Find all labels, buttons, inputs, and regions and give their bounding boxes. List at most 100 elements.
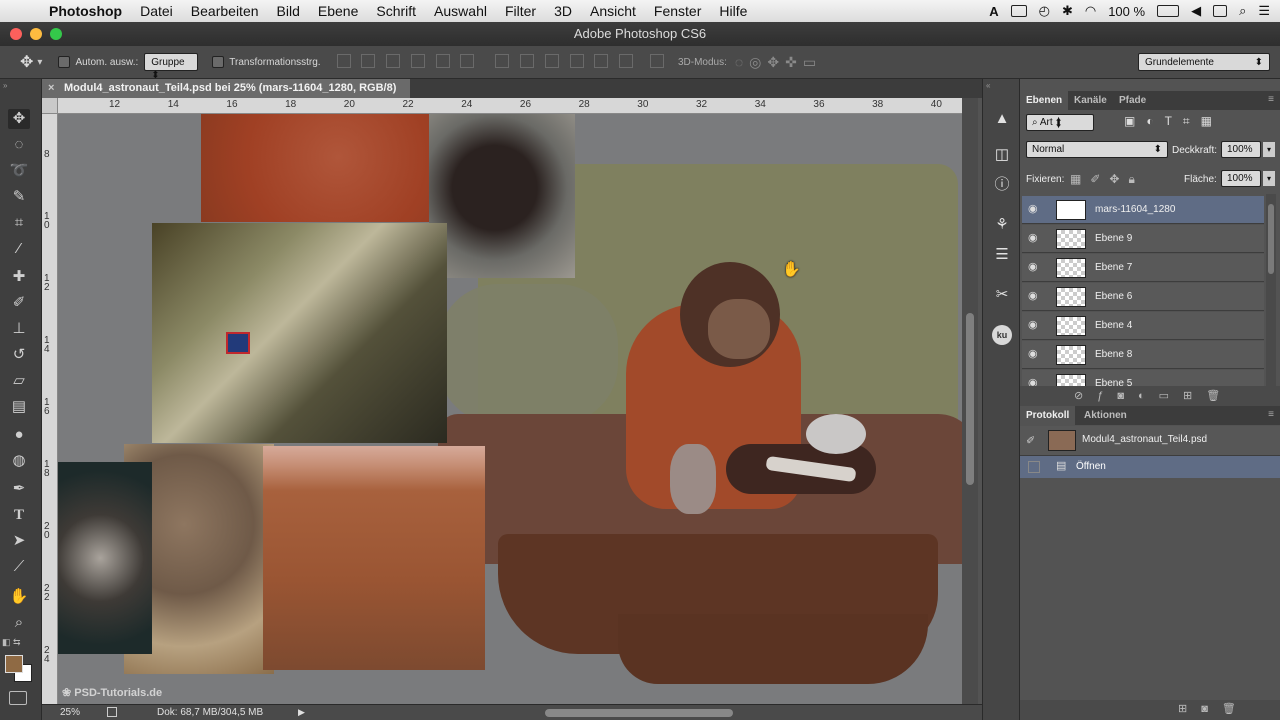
volume-icon[interactable]: ◀ <box>1191 3 1201 19</box>
align-bottom-icon[interactable] <box>386 53 401 68</box>
document-tab[interactable]: × Modul4_astronaut_Teil4.psd bei 25% (ma… <box>42 79 410 98</box>
layer-row[interactable]: ◉ Ebene 9 <box>1022 225 1264 253</box>
path-selection-tool-icon[interactable]: ➤ <box>8 531 30 551</box>
line-tool-icon[interactable]: ⟋ <box>8 557 30 577</box>
tab-history[interactable]: Protokoll <box>1020 406 1076 425</box>
lasso-tool-icon[interactable]: ➰ <box>8 161 30 181</box>
mode3d-icons[interactable]: ◌◎✥✜▭ <box>735 54 822 71</box>
distribute-vcenter-icon[interactable] <box>520 53 535 68</box>
layer-row[interactable]: ◉ mars-11604_1280 <box>1022 196 1264 224</box>
fill-input[interactable]: 100% <box>1221 170 1261 187</box>
crop-tool-icon[interactable]: ⌗ <box>8 213 30 233</box>
menu-datei[interactable]: Datei <box>131 3 182 19</box>
menu-bild[interactable]: Bild <box>268 3 309 19</box>
quick-mask-icon[interactable] <box>9 691 27 705</box>
layer-row[interactable]: ◉ Ebene 7 <box>1022 254 1264 282</box>
menu-app[interactable]: Photoshop <box>40 3 131 19</box>
brush-tool-icon[interactable]: ✐ <box>8 293 30 313</box>
opacity-arrow[interactable]: ▾ <box>1263 142 1275 157</box>
keyboard-icon[interactable] <box>1213 5 1228 17</box>
distribute-top-icon[interactable] <box>495 53 510 68</box>
layer-filter-icons[interactable]: ▣◐T⌗▦ <box>1124 114 1223 129</box>
zoom-tool-icon[interactable]: ⌕ <box>8 613 30 633</box>
move-tool-icon[interactable]: ✥ <box>8 109 30 129</box>
battery-text[interactable]: 100 % <box>1108 4 1145 19</box>
dodge-tool-icon[interactable]: ◍ <box>8 451 30 471</box>
tool-presets-icon[interactable]: ✂ <box>992 285 1012 305</box>
layer-row[interactable]: ◉ Ebene 5 <box>1022 370 1264 386</box>
move-tool-preset-icon[interactable]: ✥ <box>20 52 33 72</box>
eyedropper-tool-icon[interactable]: ⁄ <box>8 239 30 259</box>
brush-presets-icon[interactable]: ⚘ <box>992 215 1012 235</box>
visibility-eye-icon[interactable]: ◉ <box>1028 204 1040 215</box>
hand-tool-icon[interactable]: ✋ <box>8 587 30 607</box>
tab-layers[interactable]: Ebenen <box>1020 91 1069 110</box>
blend-mode-dropdown[interactable]: Normal ⬍ <box>1026 141 1168 158</box>
tab-paths[interactable]: Pfade <box>1113 91 1152 110</box>
adjustments-icon[interactable]: ☰ <box>992 245 1012 265</box>
layer-filter-dropdown[interactable]: ⌕ Art ⬍ <box>1026 114 1094 131</box>
info-icon[interactable]: ⓘ <box>992 175 1012 195</box>
history-footer-icons[interactable]: ⊞◙🗑︎ <box>1178 702 1250 715</box>
vertical-scrollbar[interactable] <box>962 98 978 704</box>
navigator-icon[interactable]: ◫ <box>992 145 1012 165</box>
layer-row[interactable]: ◉ Ebene 4 <box>1022 312 1264 340</box>
auto-align-icon[interactable] <box>649 53 664 68</box>
menu-auswahl[interactable]: Auswahl <box>425 3 496 19</box>
visibility-eye-icon[interactable]: ◉ <box>1028 349 1040 360</box>
menu-ansicht[interactable]: Ansicht <box>581 3 645 19</box>
quick-selection-tool-icon[interactable]: ✎ <box>8 187 30 207</box>
layer-row[interactable]: ◉ Ebene 8 <box>1022 341 1264 369</box>
zoom-window-button[interactable] <box>50 28 62 40</box>
preset-dropdown-arrow[interactable]: ▾ <box>37 57 42 68</box>
kuler-icon[interactable]: ku <box>992 325 1012 345</box>
ellipse-marquee-tool-icon[interactable]: ◌ <box>8 135 30 155</box>
status-icon[interactable] <box>107 707 117 717</box>
align-top-icon[interactable] <box>336 53 351 68</box>
auto-select-dropdown[interactable]: Gruppe ⬍ <box>144 53 199 81</box>
zoom-level[interactable]: 25% <box>60 705 80 720</box>
default-colors-icon[interactable]: ◧ ⇆ <box>2 637 21 648</box>
panel-menu-icon[interactable]: ≡ <box>1268 94 1274 105</box>
menu-3d[interactable]: 3D <box>545 3 581 19</box>
history-brush-source-icon[interactable]: ✐ <box>1026 434 1035 447</box>
fill-arrow[interactable]: ▾ <box>1263 171 1275 186</box>
menu-schrift[interactable]: Schrift <box>367 3 425 19</box>
eraser-tool-icon[interactable]: ▱ <box>8 371 30 391</box>
transform-controls-checkbox[interactable] <box>212 56 225 68</box>
bluetooth-icon[interactable]: ✱ <box>1062 3 1073 19</box>
menu-bearbeiten[interactable]: Bearbeiten <box>182 3 268 19</box>
layers-footer-icons[interactable]: ⊘ƒ◙◐▭⊞🗑︎ <box>1020 386 1280 406</box>
layers-scrollbar[interactable] <box>1266 194 1276 386</box>
pen-tool-icon[interactable]: ✒ <box>8 479 30 499</box>
layers-scroll-thumb[interactable] <box>1268 204 1274 274</box>
tab-channels[interactable]: Kanäle <box>1068 91 1113 110</box>
auto-select-checkbox[interactable] <box>58 56 71 68</box>
histogram-icon[interactable]: ▲ <box>992 109 1012 129</box>
dock-collapse-icon[interactable]: « <box>986 81 990 90</box>
align-hcenter-icon[interactable] <box>435 53 450 68</box>
ruler-origin[interactable] <box>42 98 58 113</box>
vertical-scroll-thumb[interactable] <box>966 313 974 485</box>
type-tool-icon[interactable]: T <box>8 505 30 525</box>
visibility-eye-icon[interactable]: ◉ <box>1028 291 1040 302</box>
healing-brush-tool-icon[interactable]: ✚ <box>8 267 30 287</box>
panel-collapse-icon[interactable]: » <box>3 81 7 90</box>
close-window-button[interactable] <box>10 28 22 40</box>
tab-actions[interactable]: Aktionen <box>1078 406 1133 425</box>
distribute-right-icon[interactable] <box>619 53 634 68</box>
spotlight-icon[interactable]: ⌕ <box>1239 3 1246 19</box>
visibility-eye-icon[interactable]: ◉ <box>1028 378 1040 387</box>
menu-ebene[interactable]: Ebene <box>309 3 367 19</box>
menu-fenster[interactable]: Fenster <box>645 3 710 19</box>
opacity-input[interactable]: 100% <box>1221 141 1261 158</box>
distribute-left-icon[interactable] <box>569 53 584 68</box>
align-left-icon[interactable] <box>410 53 425 68</box>
time-machine-icon[interactable]: ◴ <box>1039 3 1050 19</box>
align-vcenter-icon[interactable] <box>361 53 376 68</box>
visibility-eye-icon[interactable]: ◉ <box>1028 262 1040 273</box>
blur-tool-icon[interactable]: ● <box>8 425 30 445</box>
align-right-icon[interactable] <box>460 53 475 68</box>
visibility-eye-icon[interactable]: ◉ <box>1028 320 1040 331</box>
close-tab-icon[interactable]: × <box>48 79 54 98</box>
